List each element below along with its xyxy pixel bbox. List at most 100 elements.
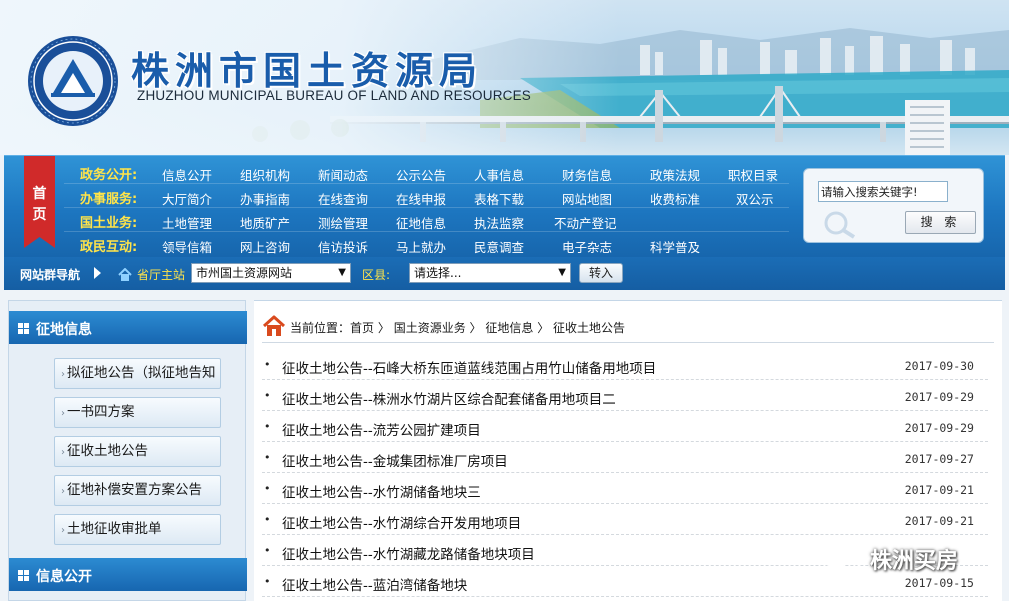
nav-item[interactable]: 电子杂志 — [562, 237, 612, 256]
chevron-down-icon: ▼ — [338, 267, 346, 278]
nav-row-services: 办事服务: 大厅简介 办事指南 在线查询 在线申报 表格下载 网站地图 收费标准… — [4, 184, 794, 208]
breadcrumb-link-land-business[interactable]: 国土资源业务 — [394, 321, 466, 335]
sidebar-item[interactable]: › 征收土地公告 — [54, 436, 221, 467]
nav-item[interactable]: 不动产登记 — [554, 213, 617, 232]
sidebar-item-label: 一书四方案 — [67, 404, 135, 420]
nav-row-gov-affairs: 政务公开: 信息公开 组织机构 新闻动态 公示公告 人事信息 财务信息 政策法规… — [4, 160, 794, 184]
district-select-value: 请选择... — [414, 266, 462, 280]
sidebar-item[interactable]: › 拟征地公告（拟征地告知 — [54, 358, 221, 389]
go-button[interactable]: 转入 — [579, 263, 623, 283]
site-group-navigation: 网站群导航 省厅主站 市州国土资源网站 ▼ 区县: 请选择... ▼ 转入 — [4, 257, 1005, 290]
district-select[interactable]: 请选择... ▼ — [409, 263, 571, 283]
news-date: 2017-09-15 — [904, 576, 974, 590]
breadcrumb-link-land-info[interactable]: 征地信息 — [485, 321, 533, 335]
news-date: 2017-09-21 — [904, 483, 974, 497]
grid-squares-icon — [18, 570, 29, 581]
sidebar-item-label: 征收土地公告 — [67, 443, 148, 459]
nav-item[interactable]: 职权目录 — [728, 165, 778, 184]
site-group-label: 网站群导航 — [20, 268, 81, 282]
site-title-cn: 株洲市国土资源局 — [131, 49, 484, 93]
nav-item[interactable]: 信息公开 — [162, 165, 212, 184]
sidebar-item[interactable]: › 土地征收审批单 — [54, 514, 221, 545]
bullet-icon: › — [61, 486, 65, 497]
bullet-icon: • — [264, 420, 271, 433]
nav-item[interactable]: 征地信息 — [396, 213, 446, 232]
nav-item[interactable]: 执法监察 — [474, 213, 524, 232]
news-date: 2017-09-29 — [904, 390, 974, 404]
nav-item[interactable]: 大厅简介 — [162, 189, 212, 208]
sidebar-item-label: 土地征收审批单 — [67, 521, 162, 537]
nav-item[interactable]: 在线申报 — [396, 189, 446, 208]
breadcrumb-link-home[interactable]: 首页 — [350, 321, 374, 335]
nav-item[interactable]: 民意调查 — [474, 237, 524, 256]
nav-row-interaction: 政民互动: 领导信箱 网上咨询 信访投诉 马上就办 民意调查 电子杂志 科学普及 — [4, 232, 794, 256]
magnifier-decoration-icon — [824, 211, 856, 239]
nav-item[interactable]: 领导信箱 — [162, 237, 212, 256]
nav-item[interactable]: 财务信息 — [562, 165, 612, 184]
divider — [262, 342, 994, 343]
nav-item[interactable]: 办事指南 — [240, 189, 290, 208]
bullet-icon: › — [61, 408, 65, 419]
nav-item[interactable]: 科学普及 — [650, 237, 700, 256]
sidebar-item[interactable]: › 一书四方案 — [54, 397, 221, 428]
nav-item[interactable]: 双公示 — [736, 189, 774, 208]
play-arrow-icon — [94, 267, 101, 279]
search-input[interactable] — [818, 181, 948, 202]
sidebar-header-info-disclosure[interactable]: 信息公开 — [9, 558, 247, 591]
nav-item[interactable]: 测绘管理 — [318, 213, 368, 232]
site-banner: 株洲市国土资源局 ZHUZHOU MUNICIPAL BUREAU OF LAN… — [0, 0, 1009, 155]
chevron-down-icon: ▼ — [558, 267, 566, 278]
news-date: 2017-09-21 — [904, 514, 974, 528]
sidebar-header-title: 征地信息 — [36, 322, 92, 338]
home-icon — [262, 315, 286, 337]
main-navigation: 首页 政务公开: 信息公开 组织机构 新闻动态 公示公告 人事信息 财务信息 政… — [4, 155, 1005, 257]
search-button[interactable]: 搜 索 — [905, 211, 976, 234]
bullet-icon: › — [61, 525, 65, 536]
news-row[interactable]: • 征收土地公告--水竹湖储备地块三 2017-09-21 — [262, 473, 988, 504]
page: { "header": { "cn_title": "株洲市国土资源局", "e… — [0, 0, 1009, 601]
news-title: 征收土地公告--株洲水竹湖片区综合配套储备用地项目二 — [282, 392, 616, 408]
news-date: 2017-09-30 — [904, 359, 974, 373]
news-title: 征收土地公告--石峰大桥东匝道蓝线范围占用竹山储备用地项目 — [282, 361, 657, 377]
news-title: 征收土地公告--金城集团标准厂房项目 — [282, 454, 508, 470]
nav-item[interactable]: 网站地图 — [562, 189, 612, 208]
province-site-link[interactable]: 省厅主站 — [137, 266, 185, 283]
nav-item[interactable]: 马上就办 — [396, 237, 446, 256]
news-row[interactable]: • 征收土地公告--流芳公园扩建项目 2017-09-29 — [262, 411, 988, 442]
bullet-icon: • — [264, 575, 271, 588]
nav-item[interactable]: 新闻动态 — [318, 165, 368, 184]
nav-item[interactable]: 网上咨询 — [240, 237, 290, 256]
grid-squares-icon — [18, 323, 29, 334]
news-title: 征收土地公告--流芳公园扩建项目 — [282, 423, 481, 439]
news-date: 2017-09-27 — [904, 452, 974, 466]
news-title: 征收土地公告--水竹湖综合开发用地项目 — [282, 516, 522, 532]
bullet-icon: › — [61, 447, 65, 458]
breadcrumb-separator: 〉 — [374, 321, 390, 335]
news-title: 征收土地公告--水竹湖储备地块三 — [282, 485, 481, 501]
nav-item[interactable]: 组织机构 — [240, 165, 290, 184]
breadcrumb-prefix: 当前位置： — [290, 321, 351, 335]
news-row[interactable]: • 征收土地公告--株洲水竹湖片区综合配套储备用地项目二 2017-09-29 — [262, 380, 988, 411]
watermark-text: 株洲买房 — [870, 549, 959, 574]
breadcrumb: 当前位置：首页 〉 国土资源业务 〉 征地信息 〉 征收土地公告 — [262, 313, 992, 337]
news-row[interactable]: • 征收土地公告--石峰大桥东匝道蓝线范围占用竹山储备用地项目 2017-09-30 — [262, 349, 988, 380]
nav-item[interactable]: 收费标准 — [650, 189, 700, 208]
nav-item[interactable]: 政策法规 — [650, 165, 700, 184]
nav-category: 政民互动: — [80, 240, 138, 255]
city-site-select[interactable]: 市州国土资源网站 ▼ — [191, 263, 351, 283]
bullet-icon: • — [264, 389, 271, 402]
breadcrumb-separator: 〉 — [533, 321, 550, 335]
sidebar-item[interactable]: › 征地补偿安置方案公告 — [54, 475, 221, 506]
nav-item[interactable]: 土地管理 — [162, 213, 212, 232]
nav-category: 政务公开: — [80, 168, 138, 183]
house-icon — [118, 266, 132, 281]
nav-item[interactable]: 信访投诉 — [318, 237, 368, 256]
news-row[interactable]: • 征收土地公告--金城集团标准厂房项目 2017-09-27 — [262, 442, 988, 473]
nav-item[interactable]: 在线查询 — [318, 189, 368, 208]
news-row[interactable]: • 征收土地公告--水竹湖综合开发用地项目 2017-09-21 — [262, 504, 988, 535]
nav-item[interactable]: 人事信息 — [474, 165, 524, 184]
nav-item[interactable]: 表格下载 — [474, 189, 524, 208]
nav-category: 国土业务: — [80, 216, 138, 231]
nav-item[interactable]: 地质矿产 — [240, 213, 290, 232]
nav-item[interactable]: 公示公告 — [396, 165, 446, 184]
